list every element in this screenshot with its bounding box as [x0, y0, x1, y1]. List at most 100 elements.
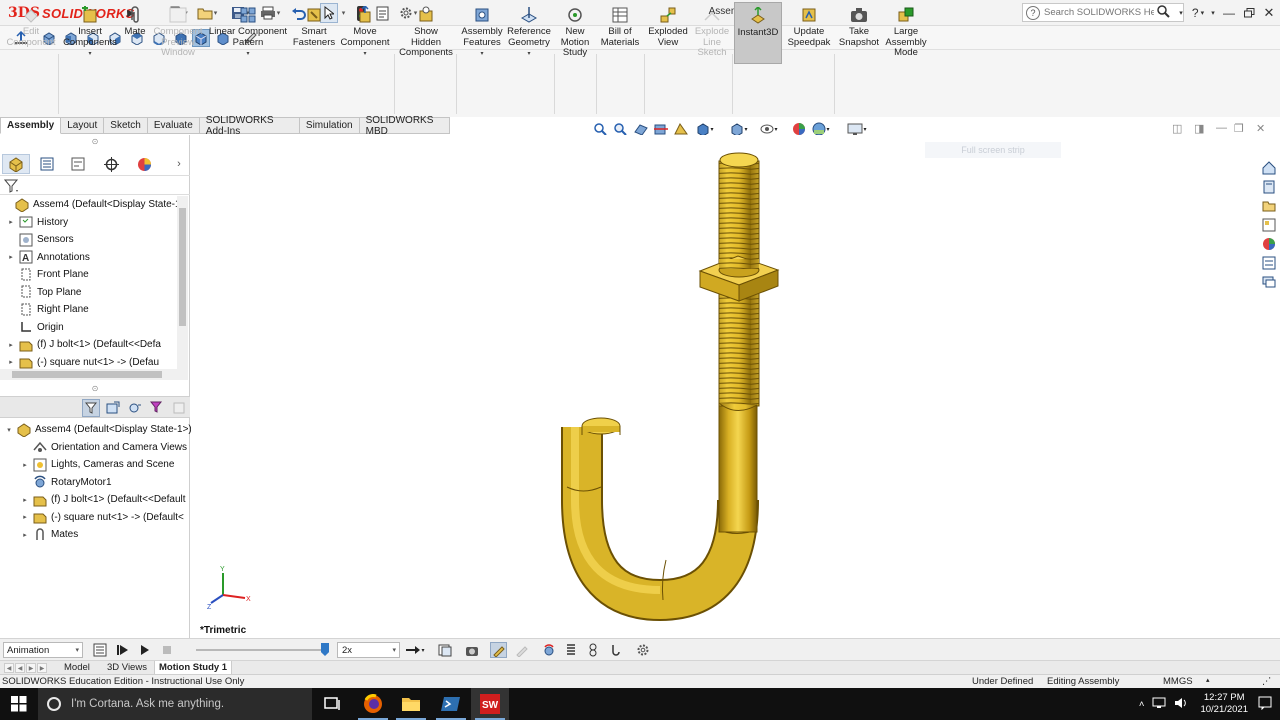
- tab-motion-study-1[interactable]: Motion Study 1: [154, 661, 233, 674]
- tree-expander-icon[interactable]: ▸: [18, 513, 32, 521]
- filter-selected-icon[interactable]: [148, 399, 166, 417]
- show-hidden-components-button[interactable]: Show Hidden Components: [396, 2, 456, 64]
- tree-vertical-scrollbar[interactable]: [177, 196, 188, 370]
- play-from-start-icon[interactable]: [114, 642, 131, 658]
- assembly-features-button[interactable]: Assembly Features ▾: [460, 2, 504, 64]
- take-snapshot-button[interactable]: Take Snapshot: [836, 2, 882, 64]
- tab-evaluate[interactable]: Evaluate: [147, 117, 200, 134]
- volume-icon[interactable]: [1174, 697, 1188, 712]
- tree-item[interactable]: Front Plane: [4, 266, 89, 283]
- configurationmanager-icon[interactable]: [64, 154, 92, 174]
- bill-of-materials-button[interactable]: Bill of Materials: [598, 2, 642, 64]
- tree-expander-icon[interactable]: ▸: [4, 358, 18, 366]
- tree-item[interactable]: RotaryMotor1: [18, 474, 112, 491]
- close-icon[interactable]: ✕: [1260, 3, 1278, 23]
- mate-button[interactable]: Mate: [120, 2, 150, 64]
- system-clock[interactable]: 12:27 PM 10/21/2021: [1200, 692, 1248, 716]
- playback-mode-arrow-icon[interactable]: ▾: [404, 642, 426, 658]
- viewport-split-icon[interactable]: ◨: [1194, 122, 1204, 135]
- status-resize-grip-icon[interactable]: ⋰: [1262, 676, 1272, 687]
- panel-splitter-grip[interactable]: ⊙: [0, 137, 190, 151]
- tree-horizontal-scrollbar[interactable]: [0, 369, 188, 380]
- search-dropdown-icon[interactable]: ▾: [1176, 3, 1186, 23]
- move-component-button[interactable]: Move Component ▾: [338, 2, 392, 64]
- update-speedpak-button[interactable]: Update Speedpak: [786, 2, 832, 64]
- tree-expander-icon[interactable]: ▸: [18, 496, 32, 504]
- search-icon[interactable]: [1156, 4, 1170, 21]
- tree-item[interactable]: ▸ History: [4, 214, 68, 231]
- solidworks-taskbar-icon[interactable]: SW: [471, 688, 509, 720]
- animation-wizard-icon[interactable]: [463, 642, 480, 658]
- custom-properties-icon[interactable]: [1260, 254, 1278, 271]
- tab-3d-views[interactable]: 3D Views: [103, 661, 151, 674]
- viewport-single-icon[interactable]: ◫: [1172, 122, 1182, 135]
- tree-item[interactable]: ▸ Lights, Cameras and Scene: [18, 456, 174, 473]
- firefox-icon[interactable]: [354, 688, 392, 720]
- help-search-input[interactable]: [1044, 7, 1154, 18]
- graphics-area[interactable]: Y X Z: [191, 135, 1258, 638]
- help-dropdown-icon[interactable]: ▾: [1208, 3, 1218, 23]
- tree-item[interactable]: Top Plane: [4, 284, 81, 301]
- design-library-icon[interactable]: [1260, 178, 1278, 195]
- tree-item[interactable]: ▾ Assem4 (Default<Display State-1>): [2, 421, 192, 438]
- task-view-icon[interactable]: [314, 688, 352, 720]
- tab-model[interactable]: Model: [60, 661, 94, 674]
- viewport-close-icon[interactable]: ✕: [1256, 122, 1265, 135]
- component-preview-window-button[interactable]: Component Preview Window: [150, 2, 206, 64]
- viewport-minimize-icon[interactable]: —: [1216, 122, 1227, 134]
- tab-layout[interactable]: Layout: [61, 117, 105, 134]
- solidworks-forum-icon[interactable]: [1260, 273, 1278, 290]
- minimize-icon[interactable]: —: [1220, 3, 1238, 23]
- reference-geometry-button[interactable]: Reference Geometry ▾: [506, 2, 552, 64]
- contact-icon[interactable]: [584, 642, 601, 658]
- gravity-icon[interactable]: [606, 642, 623, 658]
- filter-funnel-icon[interactable]: [3, 179, 20, 196]
- featuremanager-tree-icon[interactable]: [2, 154, 30, 174]
- tree-item[interactable]: ▸ A Annotations: [4, 249, 90, 266]
- add-update-key-icon[interactable]: [513, 642, 530, 658]
- help-icon[interactable]: ? ▾: [1188, 3, 1208, 23]
- save-animation-icon[interactable]: [436, 642, 453, 658]
- tree-item[interactable]: Right Plane: [4, 301, 89, 318]
- explode-line-sketch-button[interactable]: Explode Line Sketch: [692, 2, 732, 64]
- powershell-icon[interactable]: [432, 688, 470, 720]
- filter-results-icon[interactable]: [170, 399, 188, 417]
- play-icon[interactable]: [136, 642, 153, 658]
- tab-simulation[interactable]: Simulation: [299, 117, 360, 134]
- tree-item[interactable]: ▸ (f) J bolt<1> (Default<<Defa: [4, 336, 161, 353]
- tree-item[interactable]: ▸ (f) J bolt<1> (Default<<Default: [18, 491, 186, 508]
- exploded-view-button[interactable]: Exploded View: [646, 2, 690, 64]
- viewport-restore-icon[interactable]: ❐: [1234, 122, 1244, 135]
- network-icon[interactable]: [1152, 697, 1166, 712]
- cortana-search-box[interactable]: I'm Cortana. Ask me anything.: [38, 688, 312, 720]
- tab-last-arrow-icon[interactable]: ▶: [37, 663, 47, 673]
- playback-speed-select[interactable]: 2x ▾: [337, 642, 400, 658]
- tab-solidworks-mbd[interactable]: SOLIDWORKS MBD: [359, 115, 450, 137]
- propertymanager-icon[interactable]: [33, 154, 61, 174]
- spring-icon[interactable]: [562, 642, 579, 658]
- motor-icon[interactable]: [540, 642, 557, 658]
- tree-item[interactable]: ▸ (-) square nut<1> -> (Default<: [18, 509, 184, 526]
- tab-first-arrow-icon[interactable]: ◀: [4, 663, 14, 673]
- notifications-icon[interactable]: [1258, 696, 1272, 713]
- tree-expander-icon[interactable]: ▸: [4, 253, 18, 261]
- large-assembly-mode-button[interactable]: Large Assembly Mode: [884, 2, 928, 64]
- unit-system[interactable]: MMGS: [1163, 676, 1193, 687]
- panel-expand-arrow-icon[interactable]: ›: [170, 154, 188, 174]
- solidworks-resources-home-icon[interactable]: [1260, 159, 1278, 176]
- help-search-box[interactable]: ?: [1022, 3, 1184, 22]
- autokey-icon[interactable]: [490, 642, 507, 658]
- dimxpertmanager-crosshair-icon[interactable]: [97, 154, 125, 174]
- filter-driving-icon[interactable]: [126, 399, 144, 417]
- displaymanager-icon[interactable]: [130, 154, 158, 174]
- playback-slider-thumb[interactable]: [321, 643, 329, 656]
- tab-next-arrow-icon[interactable]: ▶: [26, 663, 36, 673]
- view-palette-icon[interactable]: [1260, 216, 1278, 233]
- tree-filter-row[interactable]: [0, 177, 190, 195]
- tab-solidworks-add-ins[interactable]: SOLIDWORKS Add-Ins: [199, 115, 300, 137]
- j-bolt-model[interactable]: [191, 135, 1258, 638]
- smart-fasteners-button[interactable]: Smart Fasteners: [290, 2, 338, 64]
- instant3d-button[interactable]: Instant3D: [734, 2, 782, 64]
- restore-icon[interactable]: [1240, 3, 1258, 23]
- tree-expander-icon[interactable]: ▸: [18, 461, 32, 469]
